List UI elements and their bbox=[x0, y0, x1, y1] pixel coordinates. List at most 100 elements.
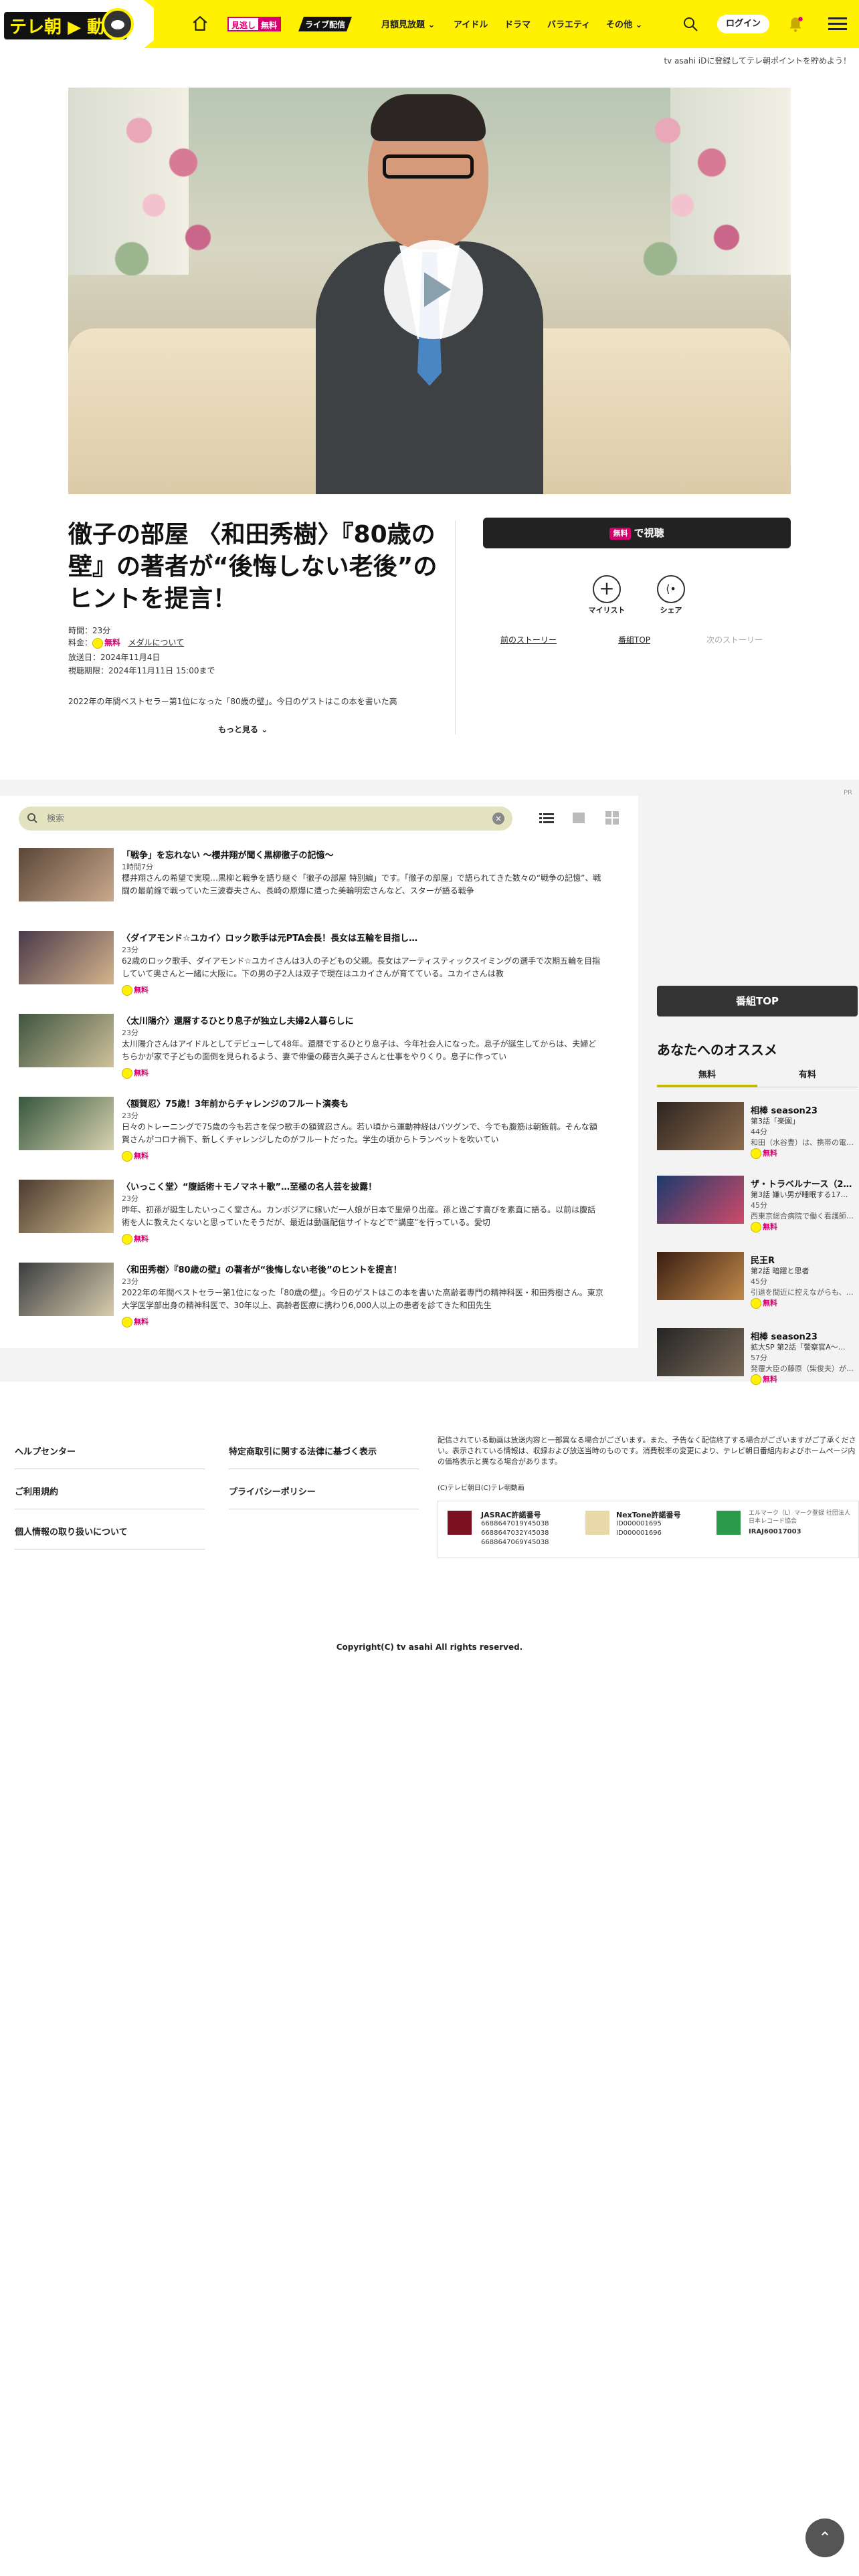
nav-drama[interactable]: ドラマ bbox=[504, 17, 531, 30]
recommend-item-title: ザ・トラベルナース（2… bbox=[751, 1180, 852, 1190]
promo-link[interactable]: tv asahi iDに登録してテレ朝ポイントを貯めよう！ bbox=[664, 55, 851, 66]
tab-paid[interactable]: 有料 bbox=[757, 1067, 858, 1087]
terms-link[interactable]: ご利用規約 bbox=[15, 1485, 58, 1497]
recommend-item-duration: 44分 bbox=[751, 1128, 767, 1136]
live-button[interactable]: ライブ配信 bbox=[298, 17, 352, 31]
nav-other[interactable]: その他 ⌄ bbox=[606, 17, 642, 30]
copyright: Copyright(C) tv asahi All rights reserve… bbox=[336, 1642, 523, 1652]
recommend-item[interactable]: 相棒 season23 拡大SP 第2話「警察官A～… 57分 発覆大臣の藤原（… bbox=[657, 1328, 858, 1385]
search-icon bbox=[27, 813, 37, 823]
episode-item-duration: 1時間7分 bbox=[122, 863, 153, 871]
free-badge: 無料 bbox=[122, 984, 149, 996]
recommend-item-description: 西東京総合病院で働く看護師… bbox=[751, 1212, 854, 1220]
free-badge: 無料 bbox=[122, 1067, 149, 1079]
riaj-text: エルマーク（L）マーク登録 社団法人日本レコード協会 bbox=[749, 1510, 850, 1525]
scroll-to-top-icon[interactable]: ⌃ bbox=[805, 2518, 844, 2557]
free-badge: 無料 bbox=[122, 1233, 149, 1245]
flower-decoration-right bbox=[624, 88, 771, 302]
episode-list-item[interactable]: 「戦争」を忘れない ～櫻井翔が聞く黒柳徹子の記憶～ 1時間7分 櫻井翔さんの希望… bbox=[19, 848, 621, 915]
bell-icon[interactable] bbox=[787, 15, 804, 33]
recommend-thumbnail bbox=[657, 1328, 744, 1376]
recommend-thumbnail bbox=[657, 1252, 744, 1300]
episode-item-description: 昨年、初孫が誕生したいっこく堂さん。カンボジアに嫁いだ一人娘が日本で里帰り出産。… bbox=[122, 1205, 596, 1227]
nav-variety[interactable]: バラエティ bbox=[547, 17, 590, 30]
program-top-link[interactable]: 番組TOP bbox=[618, 634, 650, 645]
help-center-link[interactable]: ヘルプセンター bbox=[15, 1444, 76, 1457]
episode-search-input[interactable] bbox=[47, 812, 475, 825]
list-view-icon[interactable] bbox=[539, 811, 554, 825]
grid-view-icon[interactable] bbox=[605, 811, 619, 825]
episode-item-duration: 23分 bbox=[122, 1194, 138, 1203]
episode-search-box[interactable]: × bbox=[19, 807, 512, 831]
share-icon[interactable]: ⟨• bbox=[657, 575, 685, 603]
episode-item-title: 〈ダイアモンド☆ユカイ〉ロック歌手は元PTA会長！長女は五輪を目指し… bbox=[122, 934, 418, 944]
play-button-icon[interactable] bbox=[384, 240, 483, 339]
recommend-item[interactable]: 相棒 season23 第3話「楽園」 44分 和田（水谷豊）は、携帯の電… 無… bbox=[657, 1102, 858, 1159]
mitai-label: 見逃し bbox=[231, 21, 256, 30]
nextone-number: ID000001696 bbox=[616, 1529, 662, 1537]
episode-duration: 時間：23分 bbox=[68, 626, 111, 635]
mascot-icon bbox=[102, 8, 134, 40]
jasrac-number: 6688647019Y45038 bbox=[481, 1520, 549, 1527]
program-top-button[interactable]: 番組TOP bbox=[657, 986, 858, 1016]
login-button[interactable]: ログイン bbox=[717, 15, 769, 33]
privacy-policy-link[interactable]: プライバシーポリシー bbox=[229, 1485, 316, 1497]
recommend-item-title: 相棒 season23 bbox=[751, 1106, 818, 1116]
episode-item-duration: 23分 bbox=[122, 1029, 138, 1037]
episode-item-title: 〈いっこく堂〉“腹話術＋モノマネ＋歌”…至極の名人芸を披露！ bbox=[122, 1182, 377, 1192]
riaj-number: IRAJ60017003 bbox=[749, 1528, 801, 1535]
site-logo[interactable]: テレ朝 ▶ 動画 bbox=[0, 0, 154, 48]
nextone-number: ID000001695 bbox=[616, 1520, 662, 1527]
recommend-thumbnail bbox=[657, 1176, 744, 1224]
mylist-add-icon[interactable]: + bbox=[593, 575, 621, 603]
free-badge: 無料 bbox=[751, 1374, 777, 1385]
medal-link[interactable]: メダルについて bbox=[128, 638, 184, 647]
site-header: テレ朝 ▶ 動画 見逃し 無料 ライブ配信 月額見放題 ⌄ アイドル ドラマ バ… bbox=[0, 0, 859, 48]
nextone-logo-icon bbox=[585, 1511, 609, 1535]
guest-glasses bbox=[383, 154, 474, 179]
watch-button[interactable]: 無料 で視聴 bbox=[483, 518, 791, 548]
tab-free[interactable]: 無料 bbox=[657, 1067, 757, 1087]
distribution-notice: 配信されている動画は放送内容と一部異なる場合がございます。また、予告なく配信終了… bbox=[438, 1436, 856, 1466]
mitai-free-button[interactable]: 見逃し 無料 bbox=[227, 17, 282, 31]
episode-list-item[interactable]: 〈額賀忍〉75歳！3年前からチャレンジのフルート演奏も 23分 日々のトレーニン… bbox=[19, 1097, 621, 1164]
card-view-icon[interactable] bbox=[571, 811, 586, 825]
nav-monthly[interactable]: 月額見放題 ⌄ bbox=[381, 17, 435, 30]
search-icon[interactable] bbox=[682, 16, 698, 32]
read-more-button[interactable]: もっと見る ⌄ bbox=[218, 724, 268, 735]
recommend-item[interactable]: 民王R 第2話 暗躍と思者 45分 引退を間近に控えながらも、… 無料 bbox=[657, 1252, 858, 1309]
jasrac-number: 6688647032Y45038 bbox=[481, 1529, 549, 1537]
episode-title: 徹子の部屋 〈和田秀樹〉『80歳の壁』の著者が“後悔しない老後”のヒントを提言！ bbox=[68, 521, 438, 613]
episode-thumbnail bbox=[19, 1180, 114, 1233]
free-coin-icon bbox=[92, 637, 104, 649]
episode-list-item[interactable]: 〈ダイアモンド☆ユカイ〉ロック歌手は元PTA会長！長女は五輪を目指し… 23分 … bbox=[19, 931, 621, 998]
episode-list-item[interactable]: 〈和田秀樹〉『80歳の壁』の著者が“後悔しない老後”のヒントを提言！ 23分 2… bbox=[19, 1263, 621, 1329]
episode-thumbnail bbox=[19, 931, 114, 984]
episode-deadline: 視聴期限：2024年11月11日 15:00まで bbox=[68, 666, 215, 675]
credit-text: (C)テレビ朝日(C)テレ朝動画 bbox=[438, 1485, 524, 1492]
recommend-item-title: 民王R bbox=[751, 1256, 775, 1266]
recommend-item[interactable]: ザ・トラベルナース（2… 第3話 嫌い男が睡眠する17… 45分 西東京総合病院… bbox=[657, 1176, 858, 1232]
clear-search-icon[interactable]: × bbox=[492, 813, 504, 825]
divider bbox=[455, 520, 456, 734]
hamburger-menu-icon[interactable] bbox=[828, 16, 847, 32]
prev-story-link[interactable]: 前のストーリー bbox=[500, 634, 557, 645]
episode-item-description: 2022年の年間ベストセラー第1位になった「80歳の壁」。今日のゲストはこの本を… bbox=[122, 1288, 603, 1310]
nav-idol[interactable]: アイドル bbox=[454, 17, 488, 30]
episode-item-description: 櫻井翔さんの希望で実現…黒柳と戦争を語り継ぐ「徹子の部屋 特別編」です。「徹子の… bbox=[122, 873, 601, 895]
episode-list-item[interactable]: 〈いっこく堂〉“腹話術＋モノマネ＋歌”…至極の名人芸を披露！ 23分 昨年、初孫… bbox=[19, 1180, 621, 1247]
free-badge: 無料 bbox=[751, 1297, 777, 1309]
mylist-label: マイリスト bbox=[588, 606, 626, 615]
episode-item-title: 「戦争」を忘れない ～櫻井翔が聞く黒柳徹子の記憶～ bbox=[122, 851, 334, 861]
video-player[interactable] bbox=[68, 88, 791, 494]
recommend-item-duration: 45分 bbox=[751, 1277, 767, 1286]
home-icon[interactable] bbox=[191, 15, 209, 32]
commercial-law-link[interactable]: 特定商取引に関する法律に基づく表示 bbox=[229, 1444, 377, 1457]
episode-thumbnail bbox=[19, 1097, 114, 1150]
privacy-handling-link[interactable]: 個人情報の取り扱いについて bbox=[15, 1525, 128, 1537]
flower-decoration-left bbox=[95, 88, 242, 302]
free-badge: 無料 bbox=[751, 1221, 777, 1232]
jasrac-logo-icon bbox=[448, 1511, 472, 1535]
episode-list-item[interactable]: 〈太川陽介〉還暦するひとり息子が独立し夫婦2人暮らしに 23分 太川陽介さんはア… bbox=[19, 1014, 621, 1081]
episode-thumbnail bbox=[19, 1014, 114, 1067]
